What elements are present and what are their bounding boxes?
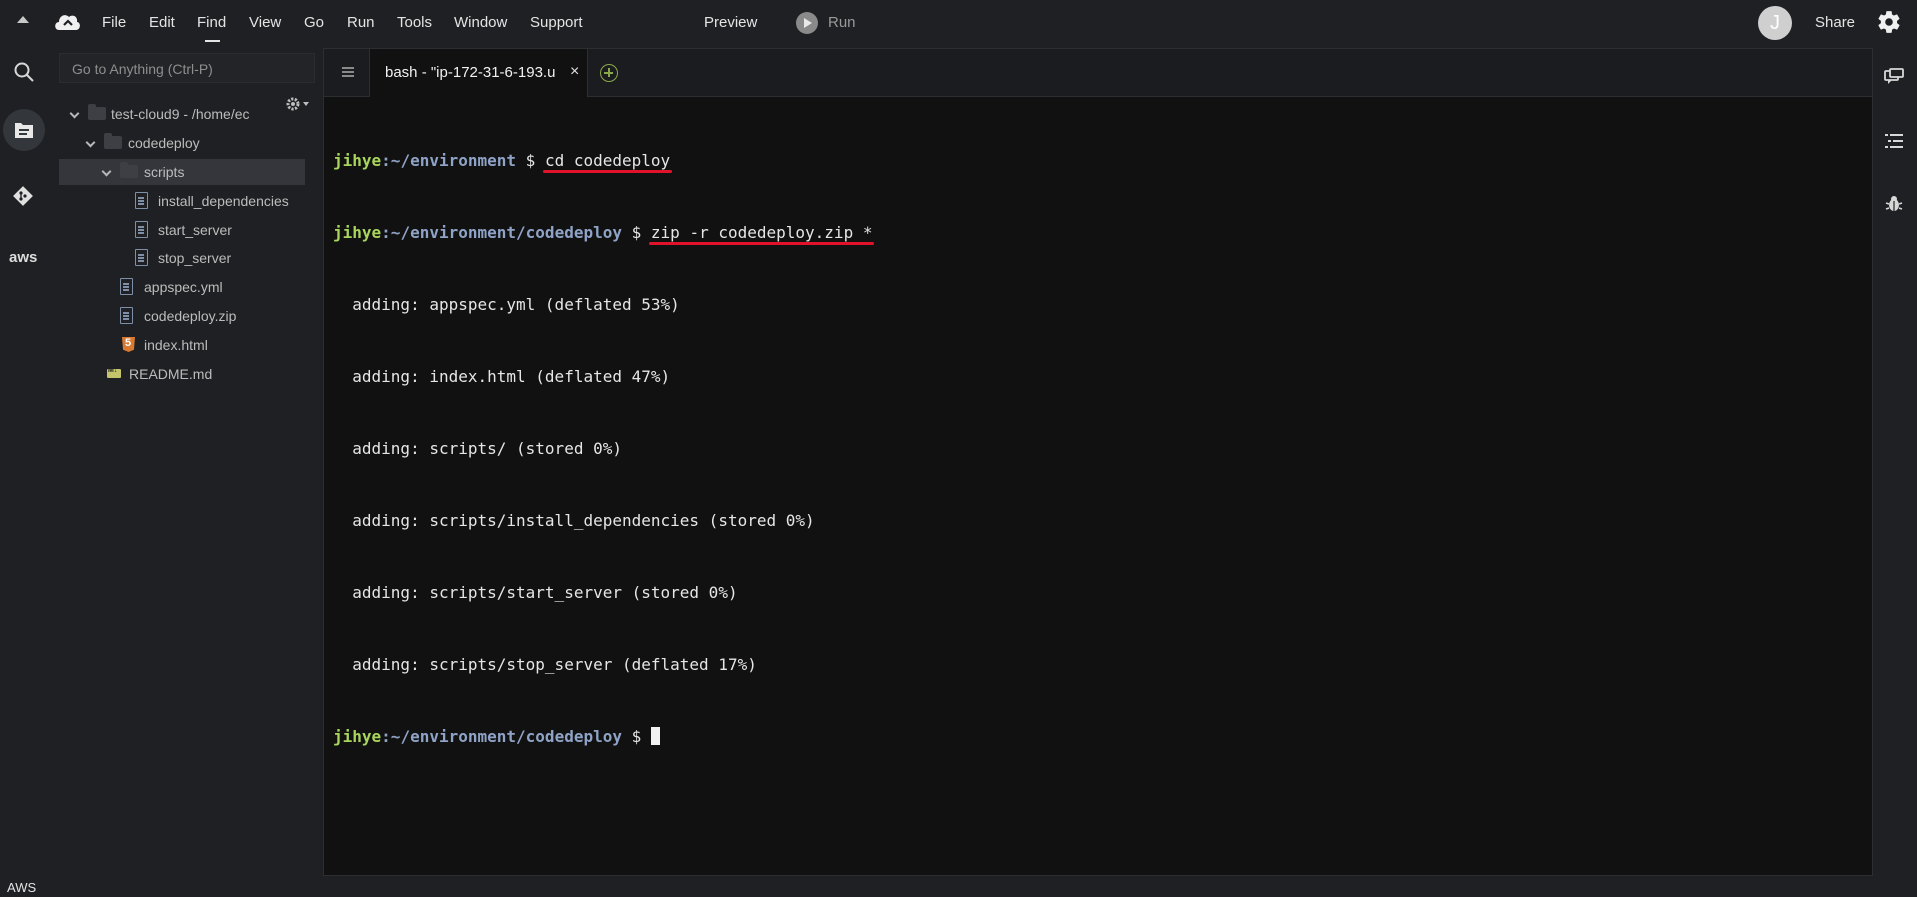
tree-label: codedeploy.zip bbox=[144, 308, 237, 324]
prompt-symbol: $ bbox=[622, 727, 651, 746]
prompt-user: jihye bbox=[333, 151, 382, 170]
terminal-output-line: adding: appspec.yml (deflated 53%) bbox=[333, 295, 680, 314]
terminal-output-line: adding: scripts/install_dependencies (st… bbox=[333, 511, 815, 530]
file-icon bbox=[120, 278, 133, 295]
tree-file-appspec[interactable]: appspec.yml bbox=[59, 274, 305, 300]
folder-environment-icon[interactable] bbox=[14, 121, 34, 144]
menu-go[interactable]: Go bbox=[304, 14, 324, 31]
menu-file[interactable]: File bbox=[102, 14, 126, 31]
file-icon bbox=[135, 221, 148, 238]
git-icon[interactable] bbox=[12, 185, 34, 212]
menu-view[interactable]: View bbox=[249, 14, 281, 31]
outline-icon[interactable] bbox=[1884, 132, 1904, 155]
menu-edit[interactable]: Edit bbox=[149, 14, 175, 31]
tree-label: appspec.yml bbox=[144, 279, 223, 295]
prompt-user: jihye bbox=[333, 727, 382, 746]
prompt-path: :~/environment bbox=[381, 151, 517, 170]
terminal-line: jihye:~/environment/codedeploy $ zip -r … bbox=[333, 221, 872, 245]
terminal-output-line: adding: scripts/ (stored 0%) bbox=[333, 439, 622, 458]
tree-root-folder[interactable]: test-cloud9 - /home/ec bbox=[59, 101, 305, 127]
terminal-line: jihye:~/environment $ cd codedeploy bbox=[333, 149, 872, 173]
tree-file-stop-server[interactable]: stop_server bbox=[59, 245, 305, 271]
debugger-bug-icon[interactable] bbox=[1885, 195, 1903, 218]
run-play-icon[interactable] bbox=[796, 12, 818, 34]
prompt-symbol: $ bbox=[622, 223, 651, 242]
file-icon bbox=[135, 192, 148, 209]
gear-icon[interactable] bbox=[1876, 9, 1902, 40]
prompt-symbol: $ bbox=[516, 151, 545, 170]
close-icon[interactable]: × bbox=[570, 63, 579, 81]
aws-footer-label: AWS bbox=[7, 880, 37, 895]
chevron-down-icon bbox=[85, 137, 96, 148]
tree-file-start-server[interactable]: start_server bbox=[59, 217, 305, 243]
terminal-cursor bbox=[650, 727, 660, 745]
avatar[interactable]: J bbox=[1758, 6, 1792, 40]
tree-label: index.html bbox=[144, 337, 208, 353]
collaborate-icon[interactable] bbox=[1884, 68, 1904, 91]
html5-icon bbox=[122, 337, 135, 352]
tree-label: test-cloud9 - /home/ec bbox=[111, 106, 250, 122]
folder-icon bbox=[88, 104, 106, 120]
prompt-user: jihye bbox=[333, 223, 382, 242]
menu-support[interactable]: Support bbox=[530, 14, 583, 31]
terminal-output[interactable]: jihye:~/environment $ cd codedeploy jihy… bbox=[333, 101, 872, 797]
tree-label: README.md bbox=[129, 366, 213, 382]
menu-find[interactable]: Find bbox=[197, 14, 226, 31]
tree-file-index-html[interactable]: index.html bbox=[59, 332, 305, 358]
aws-rail-label: aws bbox=[9, 249, 38, 266]
goto-anything-input[interactable]: Go to Anything (Ctrl-P) bbox=[59, 53, 315, 83]
tree-label: scripts bbox=[144, 164, 185, 180]
share-button[interactable]: Share bbox=[1815, 14, 1855, 31]
run-button[interactable]: Run bbox=[828, 14, 856, 31]
aws-toolkit-icon[interactable]: aws bbox=[9, 249, 37, 266]
menu-tools[interactable]: Tools bbox=[397, 14, 432, 31]
file-icon bbox=[135, 249, 148, 266]
terminal-command: cd codedeploy bbox=[544, 151, 671, 170]
terminal-output-line: adding: scripts/start_server (stored 0%) bbox=[333, 583, 738, 602]
tab-label: bash - "ip-172-31-6-193.u bbox=[385, 64, 556, 81]
prompt-path: :~/environment/codedeploy bbox=[381, 727, 622, 746]
search-icon[interactable] bbox=[13, 61, 35, 88]
tree-folder-codedeploy[interactable]: codedeploy bbox=[59, 130, 305, 156]
tab-bash-terminal[interactable]: bash - "ip-172-31-6-193.u × bbox=[369, 49, 588, 97]
tree-folder-scripts[interactable]: scripts bbox=[59, 159, 305, 185]
add-tab-icon[interactable] bbox=[600, 64, 618, 82]
menu-window[interactable]: Window bbox=[454, 14, 507, 31]
terminal-panel: bash - "ip-172-31-6-193.u × jihye:~/envi… bbox=[323, 48, 1873, 876]
tree-label: start_server bbox=[158, 222, 232, 238]
preview-button[interactable]: Preview bbox=[704, 14, 757, 31]
terminal-output-line: adding: index.html (deflated 47%) bbox=[333, 367, 671, 386]
tree-file-install-dependencies[interactable]: install_dependencies bbox=[59, 188, 305, 214]
collapse-menu-icon[interactable] bbox=[17, 16, 29, 23]
tree-label: stop_server bbox=[158, 250, 232, 266]
terminal-output-line: adding: scripts/stop_server (deflated 17… bbox=[333, 655, 757, 674]
tab-bar: bash - "ip-172-31-6-193.u × bbox=[324, 49, 1872, 97]
menu-bar: File Edit Find View Go Run Tools Window … bbox=[0, 0, 1917, 46]
zip-file-icon bbox=[120, 307, 133, 324]
terminal-command: zip -r codedeploy.zip * bbox=[650, 223, 873, 242]
folder-icon bbox=[120, 162, 138, 178]
tab-menu-icon[interactable] bbox=[342, 67, 354, 69]
tree-label: install_dependencies bbox=[158, 193, 289, 209]
goto-anything-placeholder: Go to Anything (Ctrl-P) bbox=[72, 61, 213, 77]
chevron-down-icon bbox=[101, 166, 112, 177]
tree-file-codedeploy-zip[interactable]: codedeploy.zip bbox=[59, 303, 305, 329]
cloud9-logo-icon[interactable] bbox=[53, 9, 81, 40]
prompt-path: :~/environment/codedeploy bbox=[381, 223, 622, 242]
markdown-icon bbox=[107, 367, 121, 378]
tree-file-readme[interactable]: README.md bbox=[59, 361, 305, 387]
tree-label: codedeploy bbox=[128, 135, 200, 151]
folder-icon bbox=[104, 133, 122, 149]
menu-run[interactable]: Run bbox=[347, 14, 375, 31]
menu-find-underline bbox=[205, 40, 220, 42]
terminal-line: jihye:~/environment/codedeploy $ bbox=[333, 725, 872, 749]
chevron-down-icon bbox=[69, 108, 80, 119]
